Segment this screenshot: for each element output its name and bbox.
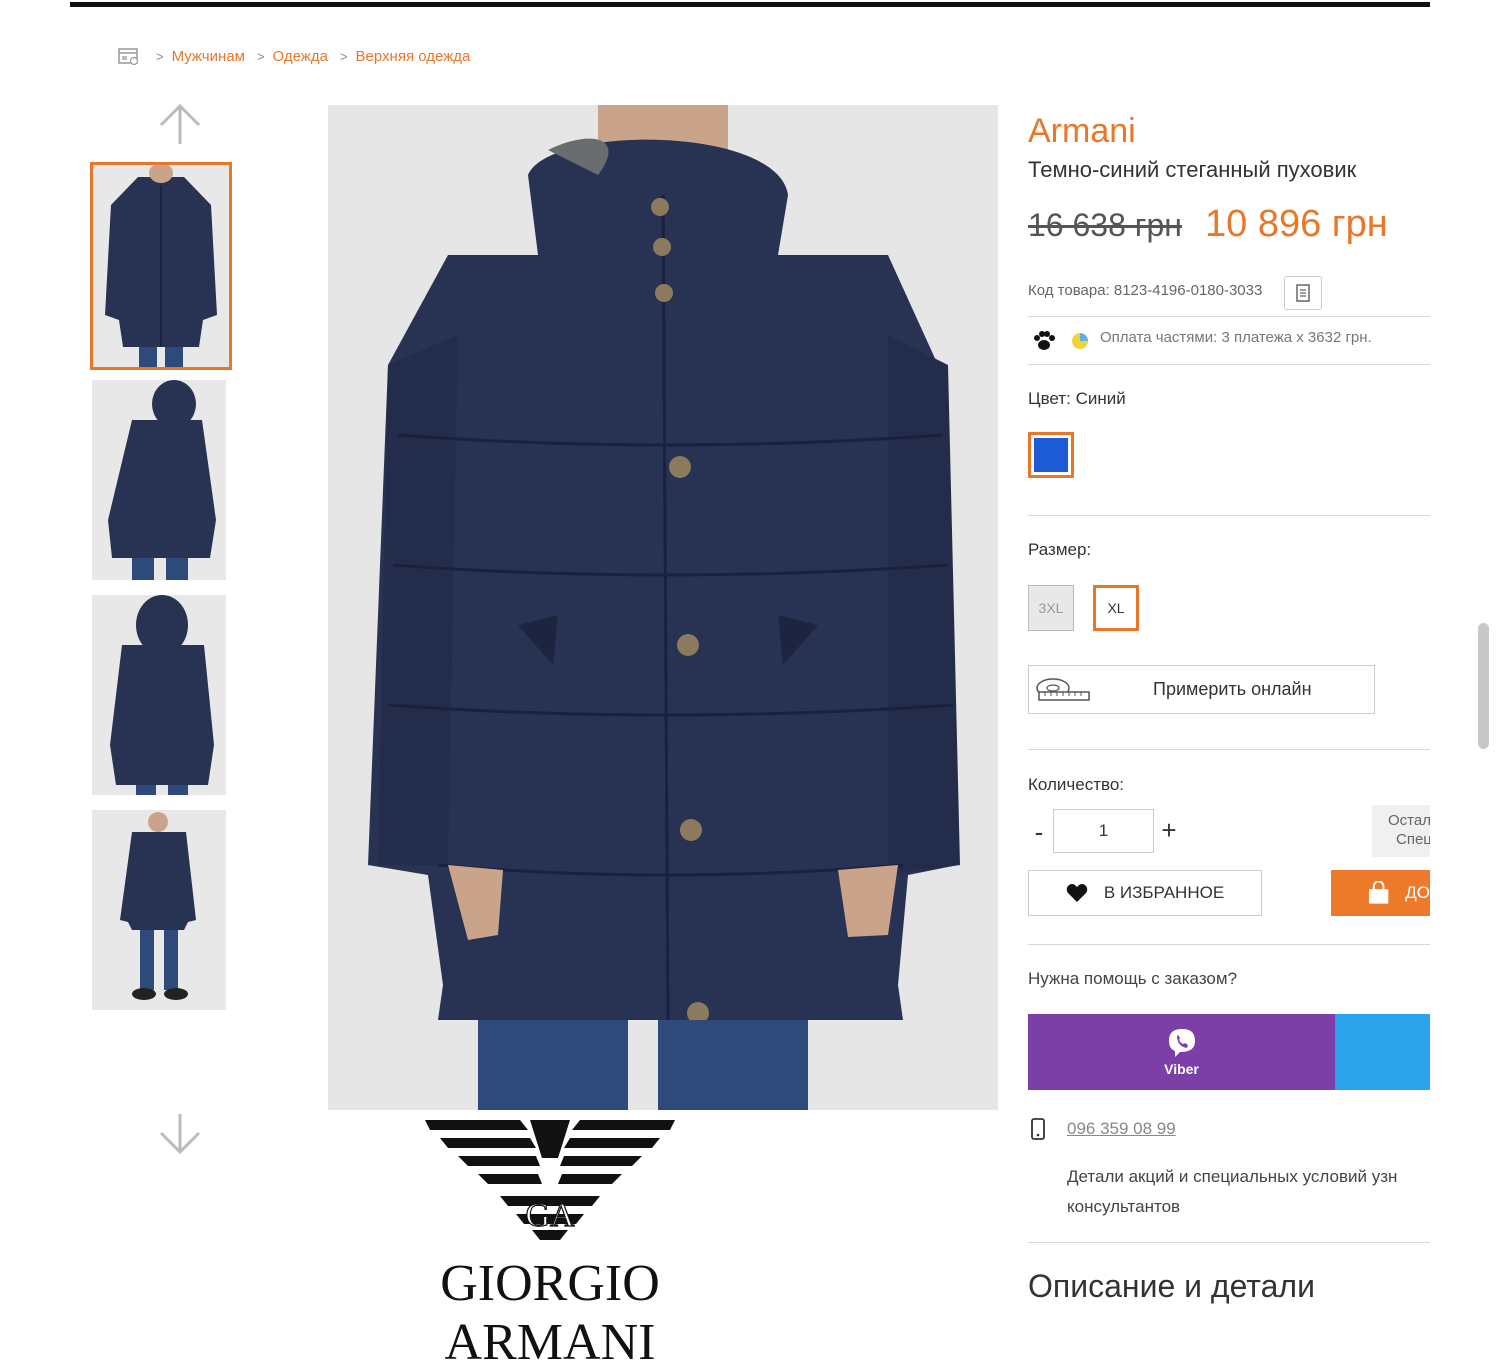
size-label: Размер: <box>1028 540 1092 559</box>
size-option-xl[interactable]: XL <box>1093 585 1139 631</box>
color-label-text: Цвет: <box>1028 389 1071 408</box>
arrow-down-icon[interactable] <box>156 1110 204 1156</box>
divider <box>1028 944 1430 945</box>
viber-button[interactable]: Viber <box>1028 1014 1335 1090</box>
pie-icon <box>1072 333 1088 349</box>
try-online-button[interactable]: Примерить онлайн <box>1028 665 1375 714</box>
quantity-increase-button[interactable]: + <box>1158 815 1180 846</box>
divider <box>1028 364 1430 365</box>
color-value: Синий <box>1075 389 1126 408</box>
product-brand[interactable]: Armani <box>1028 112 1136 151</box>
arrow-up-icon[interactable] <box>156 102 204 148</box>
viber-label: Viber <box>1164 1061 1199 1077</box>
phone-icon <box>1031 1118 1045 1140</box>
color-swatch-blue[interactable] <box>1028 432 1074 478</box>
promo-details-text: Детали акций и специальных условий узн к… <box>1067 1162 1430 1222</box>
quantity-label: Количество: <box>1028 775 1125 794</box>
quantity-input[interactable]: 1 <box>1053 809 1154 853</box>
thumbnail-front[interactable] <box>90 162 232 370</box>
paw-icon <box>1034 331 1055 350</box>
current-price: 10 896 грн <box>1205 203 1388 245</box>
size-option-3xl[interactable]: 3XL <box>1028 585 1074 631</box>
home-icon[interactable] <box>118 46 140 66</box>
top-divider <box>70 2 1430 7</box>
giorgio-armani-wordmark: GIORGIO ARMANI <box>440 1255 660 1371</box>
description-heading[interactable]: Описание и детали <box>1028 1268 1315 1305</box>
viber-icon <box>1168 1029 1195 1057</box>
page-scrollbar[interactable] <box>1478 623 1489 749</box>
divider <box>1028 749 1430 750</box>
breadcrumb-link-clothing[interactable]: Одежда <box>273 48 328 65</box>
bag-icon <box>1368 881 1389 904</box>
divider <box>1028 515 1430 516</box>
add-to-favorites-button[interactable]: В ИЗБРАННОЕ <box>1028 870 1262 916</box>
tape-measure-icon <box>1036 677 1090 701</box>
breadcrumb-link-men[interactable]: Мужчинам <box>172 48 245 65</box>
try-online-label: Примерить онлайн <box>1153 679 1312 699</box>
favorites-label: В ИЗБРАННОЕ <box>1103 883 1225 902</box>
order-help-heading: Нужна помощь с заказом? <box>1028 969 1238 988</box>
promo-line-2: консультантов <box>1067 1197 1181 1216</box>
copy-icon <box>1296 284 1310 302</box>
product-name: Темно-синий стеганный пуховик <box>1028 157 1357 182</box>
breadcrumb-separator: > <box>156 48 164 64</box>
quantity-decrease-button[interactable]: - <box>1030 817 1048 848</box>
stock-notice: Остал Спец <box>1372 805 1430 857</box>
product-sku: Код товара: 8123-4196-0180-3033 <box>1028 282 1263 299</box>
breadcrumb-link-outerwear[interactable]: Верхняя одежда <box>356 48 471 65</box>
logo-monogram: GA <box>525 1197 575 1234</box>
breadcrumb-separator: > <box>256 48 265 64</box>
add-to-cart-label: ДО <box>1405 883 1430 902</box>
stock-notice-line-1: Остал <box>1388 812 1430 829</box>
telegram-button[interactable] <box>1335 1014 1430 1090</box>
copy-sku-button[interactable] <box>1284 276 1322 310</box>
thumbnail-full[interactable] <box>92 810 226 1010</box>
product-main-image[interactable] <box>328 105 998 1110</box>
phone-number-link[interactable]: 096 359 08 99 <box>1067 1119 1176 1139</box>
divider <box>1028 1242 1430 1243</box>
breadcrumb-separator: > <box>339 48 348 64</box>
stock-notice-line-2: Спец <box>1396 831 1430 848</box>
color-label: Цвет: Синий <box>1028 389 1126 409</box>
old-price: 16 638 грн <box>1028 207 1182 243</box>
heart-icon <box>1066 884 1088 902</box>
giorgio-armani-logo: GA <box>425 1120 675 1240</box>
divider <box>1028 316 1430 317</box>
thumbnail-hood[interactable] <box>92 595 226 795</box>
installments-info[interactable]: Оплата частями: 3 платежа х 3632 грн. <box>1100 329 1372 346</box>
breadcrumb: > Мужчинам > Одежда > Верхняя одежда <box>118 44 470 68</box>
promo-line-1: Детали акций и специальных условий узн <box>1067 1167 1398 1186</box>
thumbnail-back[interactable] <box>92 380 226 580</box>
add-to-cart-button[interactable]: ДО <box>1331 870 1430 916</box>
